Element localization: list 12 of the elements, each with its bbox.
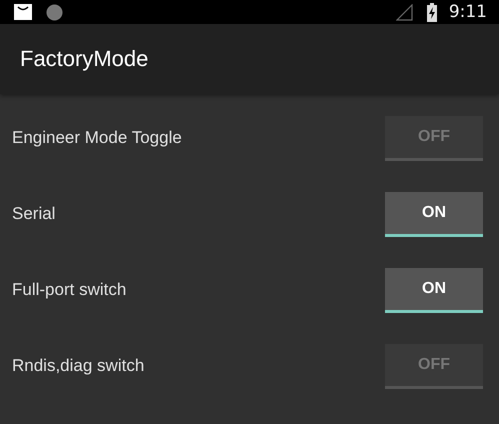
circle-icon	[46, 4, 63, 20]
setting-label: Serial	[12, 204, 56, 224]
battery-charging-icon	[426, 2, 437, 22]
status-time: 9:11	[448, 2, 487, 22]
setting-label: Engineer Mode Toggle	[12, 128, 182, 148]
mail-icon	[14, 4, 32, 20]
setting-label: Rndis,diag switch	[12, 356, 144, 376]
toggle-button[interactable]: ON	[385, 268, 483, 312]
app-title: FactoryMode	[20, 46, 148, 72]
setting-label: Full-port switch	[12, 280, 126, 300]
signal-icon	[396, 4, 413, 20]
toggle-button[interactable]: ON	[385, 192, 483, 236]
